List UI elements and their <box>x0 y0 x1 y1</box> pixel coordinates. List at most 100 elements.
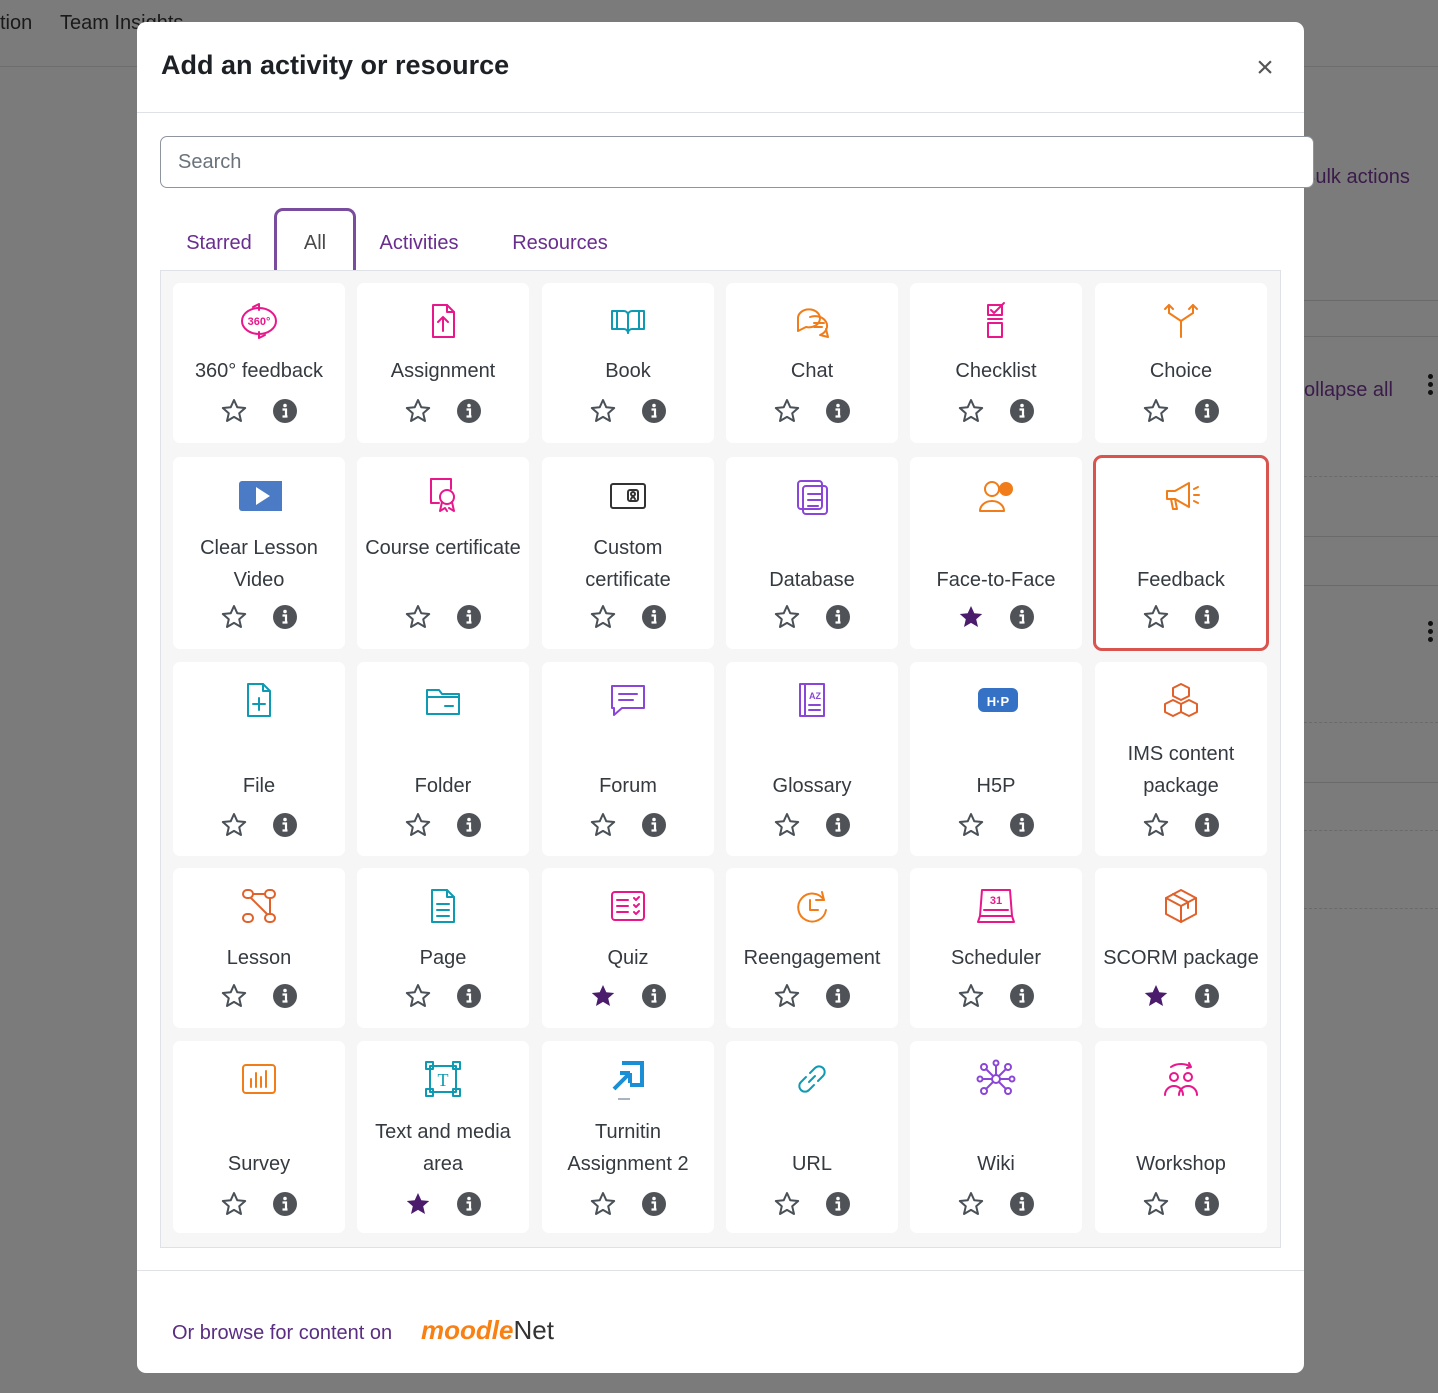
info-icon[interactable] <box>456 983 482 1009</box>
star-icon[interactable] <box>221 812 247 838</box>
activity-card[interactable]: Reengagement <box>726 868 898 1028</box>
info-icon[interactable] <box>825 812 851 838</box>
info-icon[interactable] <box>272 812 298 838</box>
activity-card[interactable]: URL <box>726 1041 898 1233</box>
info-icon[interactable] <box>1194 983 1220 1009</box>
info-icon[interactable] <box>1009 983 1035 1009</box>
star-icon[interactable] <box>958 812 984 838</box>
activity-card[interactable]: Workshop <box>1095 1041 1267 1233</box>
activity-card[interactable]: H·P H5P <box>910 662 1082 856</box>
info-icon[interactable] <box>825 604 851 630</box>
activity-label: Choice <box>1149 360 1213 382</box>
activity-card[interactable]: 31 Scheduler <box>910 868 1082 1028</box>
star-icon[interactable] <box>590 983 616 1009</box>
activity-card[interactable]: Folder <box>357 662 529 856</box>
activity-card[interactable]: Survey <box>173 1041 345 1233</box>
star-icon[interactable] <box>590 398 616 424</box>
star-icon[interactable] <box>958 398 984 424</box>
activity-card[interactable]: Quiz <box>542 868 714 1028</box>
info-icon[interactable] <box>1194 398 1220 424</box>
star-icon[interactable] <box>1143 604 1169 630</box>
info-icon[interactable] <box>1194 812 1220 838</box>
info-icon[interactable] <box>272 983 298 1009</box>
tab-all[interactable]: All <box>274 208 356 272</box>
activity-card[interactable]: Assignment <box>357 283 529 443</box>
moodlenet-logo[interactable]: moodleNet <box>421 1315 554 1346</box>
star-icon[interactable] <box>405 604 431 630</box>
star-icon[interactable] <box>774 604 800 630</box>
info-icon[interactable] <box>1009 604 1035 630</box>
star-icon[interactable] <box>1143 812 1169 838</box>
star-icon[interactable] <box>958 604 984 630</box>
activity-card[interactable]: Page <box>357 868 529 1028</box>
activity-card[interactable]: Clear Lesson Video <box>173 457 345 649</box>
info-icon[interactable] <box>641 1191 667 1217</box>
star-icon[interactable] <box>590 604 616 630</box>
tab-activities[interactable]: Activities <box>369 208 469 272</box>
info-icon[interactable] <box>825 398 851 424</box>
activity-card[interactable]: Chat <box>726 283 898 443</box>
info-icon[interactable] <box>456 1191 482 1217</box>
info-icon[interactable] <box>1009 1191 1035 1217</box>
star-icon[interactable] <box>405 398 431 424</box>
close-button[interactable]: × <box>1250 53 1280 83</box>
star-icon[interactable] <box>405 1191 431 1217</box>
info-icon[interactable] <box>1009 812 1035 838</box>
info-icon[interactable] <box>456 398 482 424</box>
info-icon[interactable] <box>1194 1191 1220 1217</box>
info-icon[interactable] <box>641 812 667 838</box>
info-icon[interactable] <box>272 1191 298 1217</box>
info-icon[interactable] <box>641 604 667 630</box>
star-icon[interactable] <box>958 1191 984 1217</box>
star-icon[interactable] <box>405 812 431 838</box>
star-icon[interactable] <box>774 812 800 838</box>
activity-card[interactable]: Forum <box>542 662 714 856</box>
info-icon[interactable] <box>1009 398 1035 424</box>
info-icon[interactable] <box>641 983 667 1009</box>
info-icon[interactable] <box>272 398 298 424</box>
star-icon[interactable] <box>958 983 984 1009</box>
star-icon[interactable] <box>1143 398 1169 424</box>
activity-card[interactable]: Database <box>726 457 898 649</box>
info-icon[interactable] <box>641 398 667 424</box>
star-icon[interactable] <box>405 983 431 1009</box>
info-icon[interactable] <box>825 983 851 1009</box>
activity-card[interactable]: T Text and media area <box>357 1041 529 1233</box>
activity-card[interactable]: 360° 360° feedback <box>173 283 345 443</box>
info-icon[interactable] <box>456 812 482 838</box>
activity-card[interactable]: Custom certificate <box>542 457 714 649</box>
activity-label: Lesson <box>226 947 292 969</box>
activity-card[interactable]: Feedback <box>1093 455 1269 651</box>
star-icon[interactable] <box>1143 983 1169 1009</box>
info-icon[interactable] <box>1194 604 1220 630</box>
activity-card[interactable]: Lesson <box>173 868 345 1028</box>
activity-card[interactable]: Choice <box>1095 283 1267 443</box>
activity-card[interactable]: Checklist <box>910 283 1082 443</box>
info-icon[interactable] <box>825 1191 851 1217</box>
star-icon[interactable] <box>221 604 247 630</box>
activity-card[interactable]: Course certificate <box>357 457 529 649</box>
activity-card[interactable]: Wiki <box>910 1041 1082 1233</box>
tab-starred[interactable]: Starred <box>177 208 261 272</box>
activity-label: Turnitin Assignment 2 <box>567 1121 689 1175</box>
activity-card[interactable]: AZ Glossary <box>726 662 898 856</box>
info-icon[interactable] <box>456 604 482 630</box>
star-icon[interactable] <box>590 812 616 838</box>
star-icon[interactable] <box>221 1191 247 1217</box>
activity-card[interactable]: Turnitin Assignment 2 <box>542 1041 714 1233</box>
star-icon[interactable] <box>774 983 800 1009</box>
activity-card[interactable]: SCORM package <box>1095 868 1267 1028</box>
star-icon[interactable] <box>1143 1191 1169 1217</box>
info-icon[interactable] <box>272 604 298 630</box>
star-icon[interactable] <box>774 1191 800 1217</box>
star-icon[interactable] <box>774 398 800 424</box>
activity-card[interactable]: Book <box>542 283 714 443</box>
tab-resources[interactable]: Resources <box>503 208 617 272</box>
activity-card[interactable]: Face-to-Face <box>910 457 1082 649</box>
star-icon[interactable] <box>590 1191 616 1217</box>
search-input[interactable] <box>160 136 1314 188</box>
star-icon[interactable] <box>221 983 247 1009</box>
activity-card[interactable]: IMS content package <box>1095 662 1267 856</box>
star-icon[interactable] <box>221 398 247 424</box>
activity-card[interactable]: File <box>173 662 345 856</box>
